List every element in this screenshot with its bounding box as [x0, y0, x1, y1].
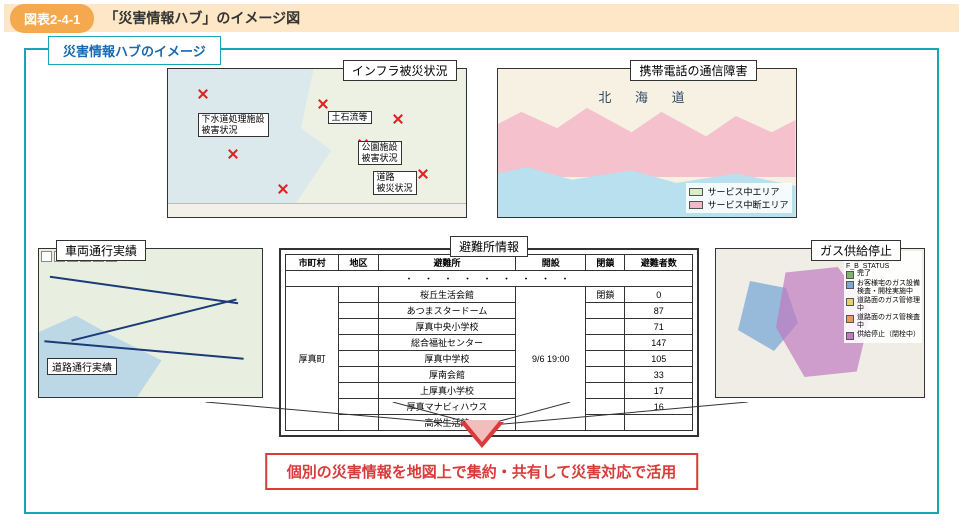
gas-lg-pipe2: 道路面のガス管検査中 [857, 314, 920, 330]
evac-col: 市町村 [286, 255, 339, 271]
infra-map: 下水道処理施設 被害状況 土石流等 公園施設 被害状況 道路 被災状況 [167, 68, 467, 218]
table-row: あつまスタードーム 87 [286, 303, 693, 319]
panel-evac-label: 避難所情報 [450, 236, 528, 257]
pin-park: 公園施設 被害状況 [358, 141, 402, 165]
road-badge: 道路通行実績 [47, 358, 117, 375]
evac-shelter: 総合福祉センター [378, 335, 516, 351]
evac-shelter: 厚南会館 [378, 367, 516, 383]
table-row: 厚真中学校 105 [286, 351, 693, 367]
gas-lg-cust: お客様宅のガス設備検査・開栓実施中 [857, 280, 920, 296]
gas-legend: 現在復旧状況 F_B_STATUS 完了 お客様宅のガス設備検査・開栓実施中 道… [844, 251, 922, 343]
summary-banner: 個別の災害情報を地図上で集約・共有して災害対応で活用 [265, 453, 699, 490]
evac-count: 0 [625, 287, 693, 303]
evac-shelter: 上厚真小学校 [378, 383, 516, 399]
panel-traffic-label: 車両通行実績 [56, 240, 146, 261]
panel-mobile-label: 携帯電話の通信障害 [630, 60, 756, 81]
figure-number-chip: 図表2-4-1 [10, 4, 94, 33]
mobile-legend: サービス中エリア サービス中断エリア [686, 183, 791, 213]
frame-tab: 災害情報ハブのイメージ [48, 36, 221, 65]
legend-down: サービス中断エリア [707, 198, 788, 211]
panel-gas: ガス供給停止 現在復旧状況 F_B_STATUS 完了 お客様宅のガス設備検査・… [715, 248, 925, 418]
table-row: 厚真町桜丘生活会館9/6 19:00閉鎖0 [286, 287, 693, 303]
evac-count: 71 [625, 319, 693, 335]
panel-infra: インフラ被災状況 下水道処理施設 被害状況 土石流等 公園施設 被害状況 道路 … [167, 68, 467, 228]
panel-infra-label: インフラ被災状況 [343, 60, 457, 81]
evac-shelter: 厚真中学校 [378, 351, 516, 367]
evac-count: 87 [625, 303, 693, 319]
evac-count: 105 [625, 351, 693, 367]
gas-map: 現在復旧状況 F_B_STATUS 完了 お客様宅のガス設備検査・開栓実施中 道… [715, 248, 925, 398]
panel-evac: 避難所情報 市町村地区避難所開設閉鎖避難者数 ・ ・ ・ ・ ・ ・ ・ ・ ・… [279, 248, 699, 418]
figure-title: 「災害情報ハブ」のイメージ図 [104, 8, 300, 28]
evac-col: 地区 [339, 255, 378, 271]
damage-marker-icon [318, 99, 328, 109]
damage-marker-icon [393, 114, 403, 124]
panel-gas-label: ガス供給停止 [811, 240, 901, 261]
pin-road: 道路 被災状況 [373, 171, 417, 195]
hub-frame: 災害情報ハブのイメージ インフラ被災状況 下水道処理施設 被害状況 土石流等 公… [24, 48, 939, 514]
traffic-map: 道路通行実績 [38, 248, 263, 398]
evac-shelter: あつまスタードーム [378, 303, 516, 319]
damage-marker-icon [228, 149, 238, 159]
panel-mobile: 携帯電話の通信障害 北 海 道 サービス中エリア サービス中断エリア [497, 68, 797, 228]
mobile-map: 北 海 道 サービス中エリア サービス中断エリア [497, 68, 797, 218]
table-row: 厚真中央小学校 71 [286, 319, 693, 335]
evac-col: 避難者数 [625, 255, 693, 271]
evac-count: 147 [625, 335, 693, 351]
evac-shelter: 厚真中央小学校 [378, 319, 516, 335]
gas-lg-pipe1: 道路面のガス管修理中 [857, 297, 920, 313]
evac-ellipsis: ・ ・ ・ ・ ・ ・ ・ ・ ・ [286, 271, 693, 287]
map-toolbar [168, 203, 466, 217]
gas-lg-done: 完了 [857, 270, 871, 278]
evac-shelter: 桜丘生活会館 [378, 287, 516, 303]
table-row: 上厚真小学校 17 [286, 383, 693, 399]
pin-debris: 土石流等 [328, 111, 372, 124]
down-arrow-icon-inner [464, 420, 500, 442]
damage-marker-icon [198, 89, 208, 99]
region-label: 北 海 道 [598, 87, 694, 106]
panel-traffic: 車両通行実績 道路通行実績 [38, 248, 263, 418]
damage-marker-icon [278, 184, 288, 194]
evac-count: 17 [625, 383, 693, 399]
gas-lg-stop: 供給停止（閉栓中） [857, 331, 920, 339]
evac-count: 33 [625, 367, 693, 383]
table-row: 厚南会館 33 [286, 367, 693, 383]
evac-col: 閉鎖 [586, 255, 625, 271]
damage-marker-icon [418, 169, 428, 179]
pin-sewage: 下水道処理施設 被害状況 [198, 113, 269, 137]
figure-header: 図表2-4-1 「災害情報ハブ」のイメージ図 [4, 4, 959, 32]
table-row: 総合福祉センター 147 [286, 335, 693, 351]
legend-ok: サービス中エリア [707, 185, 779, 198]
gas-legend-sub: F_B_STATUS [846, 263, 920, 270]
